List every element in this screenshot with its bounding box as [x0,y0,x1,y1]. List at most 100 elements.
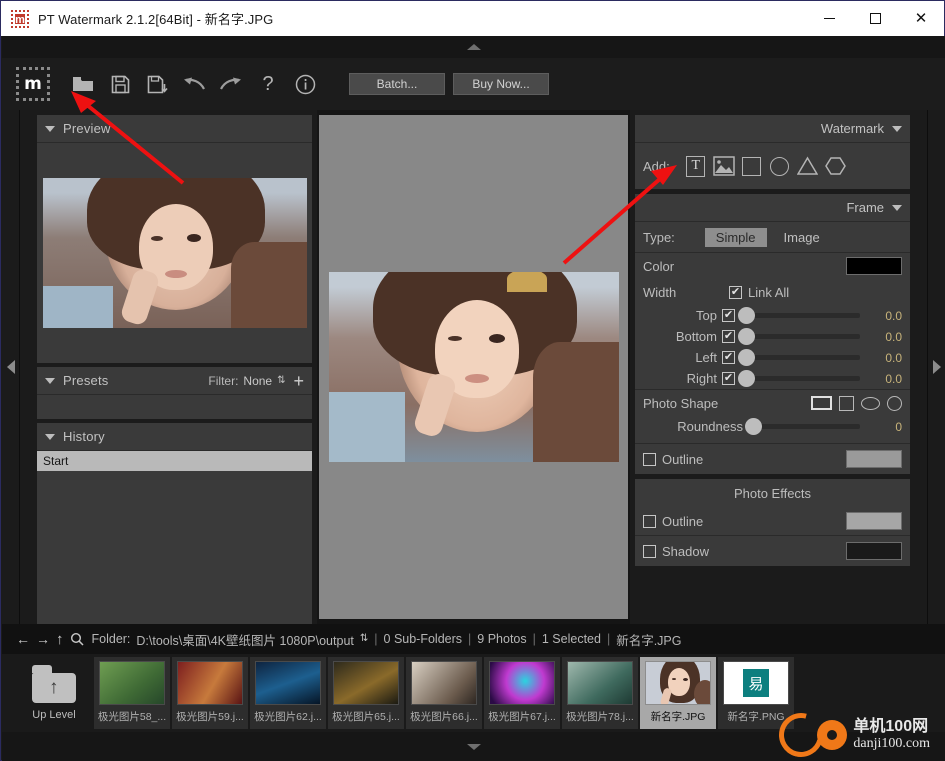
batch-button[interactable]: Batch... [349,73,445,95]
add-triangle-watermark-button[interactable] [796,155,820,177]
thumbnail-item[interactable]: 极光图片59.j... [172,657,248,729]
help-button[interactable]: ? [251,67,285,101]
photo-effects-outline-checkbox[interactable] [643,514,656,528]
frame-bottom-label: Bottom [675,329,717,344]
slider-knob[interactable] [745,418,762,435]
folder-path[interactable]: D:\tools\桌面\4K壁纸图片 1080P\output [136,630,353,649]
status-bar: ← → ↑ Folder: D:\tools\桌面\4K壁纸图片 1080P\o… [2,624,945,654]
history-section-header[interactable]: History [37,423,312,451]
slider-knob[interactable] [738,349,755,366]
save-as-button[interactable] [140,67,174,101]
redo-button[interactable] [214,67,248,101]
slider-knob[interactable] [738,328,755,345]
left-panel: Preview Presets Filter: None ⇅ + History… [20,110,317,637]
presets-section-header[interactable]: Presets Filter: None ⇅ + [37,367,312,395]
collapse-right-panel-button[interactable] [927,110,945,624]
thumbnail-item[interactable]: 极光图片66.j... [406,657,482,729]
up-level-label: Up Level [32,709,76,721]
link-all-checkbox[interactable]: ✔ [729,285,742,299]
current-filename: 新名字.JPG [616,633,682,648]
thumbnail-item[interactable]: 极光图片62.j... [250,657,326,729]
photo-count: 9 Photos [477,632,527,646]
thumbnail-label: 极光图片67.j... [488,711,556,723]
forward-icon[interactable]: → [36,631,50,647]
history-item-start[interactable]: Start [37,451,312,471]
separator: | [532,632,536,646]
frame-right-checkbox[interactable]: ✔ [722,372,735,385]
photo-shape-square-button[interactable] [839,395,854,411]
add-hexagon-watermark-button[interactable] [824,155,848,177]
frame-outline-color-swatch[interactable] [846,450,902,468]
photo-effects-shadow-checkbox[interactable] [643,544,656,558]
info-button[interactable] [288,67,322,101]
close-button[interactable]: ✕ [898,1,944,36]
frame-top-checkbox[interactable]: ✔ [722,309,735,322]
frame-section-header[interactable]: Frame [635,194,910,222]
up-icon[interactable]: ↑ [56,631,64,648]
frame-type-image-option[interactable]: Image [773,228,831,247]
up-level-button[interactable]: ↑ Up Level [16,657,92,729]
frame-outline-checkbox[interactable] [643,452,656,466]
photo-effects-outline-color-swatch[interactable] [846,512,902,530]
app-logo-button[interactable]: m [16,67,50,101]
right-panel: Watermark Add: T Frame Type: Simple Imag… [630,110,927,624]
photo-effects-shadow-color-swatch[interactable] [846,542,902,560]
slider-knob[interactable] [738,370,755,387]
thumbnail-item-selected[interactable]: 新名字.JPG [640,657,716,729]
undo-button[interactable] [177,67,211,101]
frame-bottom-checkbox[interactable]: ✔ [722,330,735,343]
search-icon [70,632,84,646]
add-text-watermark-button[interactable]: T [684,155,708,177]
frame-right-slider[interactable] [738,370,860,387]
circle-icon [770,156,790,176]
watermark-add-label: Add: [643,158,670,174]
frame-type-simple-option[interactable]: Simple [704,227,767,247]
frame-left-checkbox[interactable]: ✔ [722,351,735,364]
slider-knob[interactable] [738,307,755,324]
preview-thumbnail [42,178,307,328]
save-button[interactable] [103,67,137,101]
thumbnail-item[interactable]: 极光图片78.j... [562,657,638,729]
thumbnail-label: 极光图片62.j... [254,711,322,723]
add-image-watermark-button[interactable] [712,155,736,177]
frame-width-label: Width [643,284,677,300]
buy-now-button[interactable]: Buy Now... [453,73,549,95]
add-preset-button[interactable]: + [293,372,304,390]
photo-shape-circle-button[interactable] [887,395,902,411]
thumbnail-label: 极光图片65.j... [332,711,400,723]
frame-left-slider[interactable] [738,349,860,366]
history-title: History [63,429,105,444]
folder-dropdown-icon[interactable]: ⇅ [360,634,368,644]
image-canvas[interactable] [319,115,628,619]
open-folder-button[interactable] [66,67,100,101]
undo-icon [184,77,205,90]
preview-section-header[interactable]: Preview [37,115,312,143]
thumbnail-item[interactable]: 极光图片65.j... [328,657,404,729]
photo-shape-rectangle-button[interactable] [811,396,832,410]
separator: | [468,632,472,646]
frame-color-swatch[interactable] [846,257,902,275]
presets-filter-label: Filter: [208,373,239,388]
roundness-slider[interactable] [745,418,860,435]
history-section: History Start [37,423,312,637]
add-square-watermark-button[interactable] [740,155,764,177]
frame-bottom-slider[interactable] [738,328,860,345]
top-collapse-strip[interactable] [2,36,945,58]
photo-shape-ellipse-button[interactable] [861,396,880,410]
frame-body: Type: Simple Image Color Width ✔ Link Al… [635,222,910,474]
maximize-button[interactable] [852,1,898,36]
minimize-button[interactable] [806,1,852,36]
add-circle-watermark-button[interactable] [768,155,792,177]
frame-top-slider[interactable] [738,307,860,324]
text-icon: T [686,155,706,177]
presets-filter-value[interactable]: None [243,374,272,388]
updown-icon[interactable]: ⇅ [277,375,285,386]
photo-shape-row: Photo Shape [635,390,910,416]
close-icon: ✕ [914,10,928,27]
collapse-left-panel-button[interactable] [2,110,20,624]
frame-top-slider-row: Top ✔ 0.0 [635,305,910,326]
back-icon[interactable]: ← [16,631,30,647]
thumbnail-item[interactable]: 极光图片67.j... [484,657,560,729]
thumbnail-item[interactable]: 极光图片58_... [94,657,170,729]
watermark-section-header[interactable]: Watermark [635,115,910,143]
